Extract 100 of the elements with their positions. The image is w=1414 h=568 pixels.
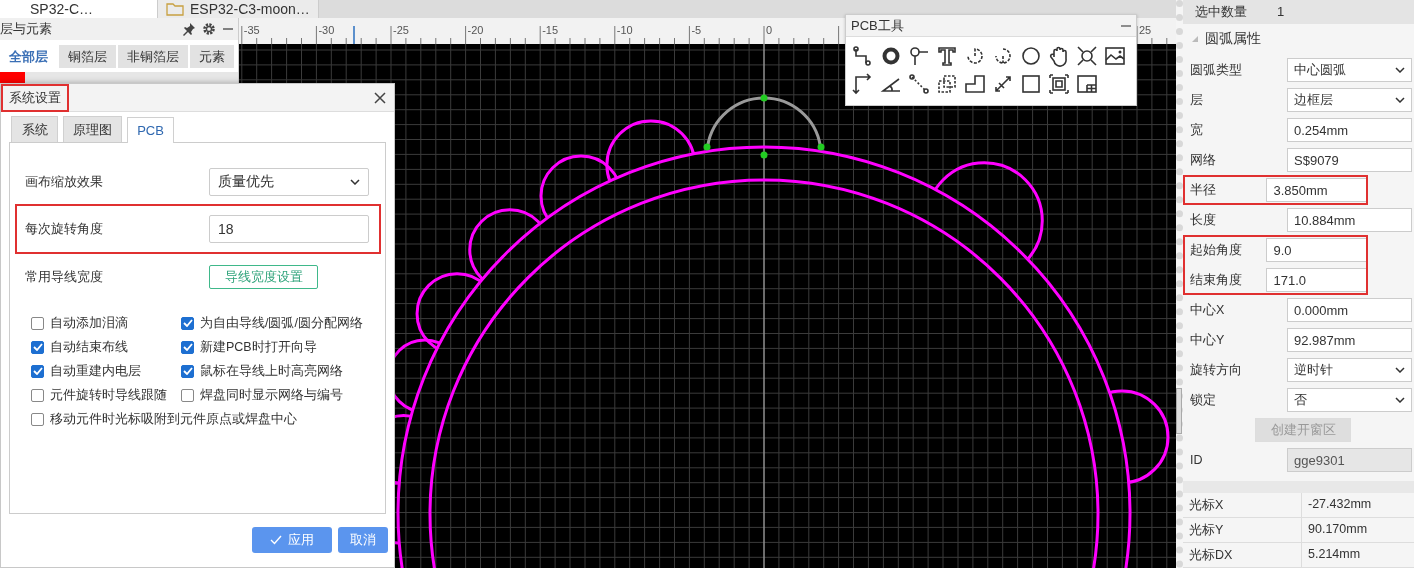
check-icon (182, 367, 193, 375)
property-label: 中心Y (1190, 331, 1226, 349)
document-tab[interactable]: ESP32-C3-moon… (158, 0, 319, 18)
ruler-label: -25 (393, 24, 409, 36)
panel-layout-icon[interactable] (1076, 73, 1098, 95)
checkbox-option[interactable]: 移动元件时光标吸附到元件原点或焊盘中心 (31, 409, 371, 429)
line-points-icon[interactable] (908, 73, 930, 95)
checkbox[interactable] (31, 412, 44, 426)
checkbox[interactable] (31, 340, 44, 354)
layer-tab[interactable]: 元素 (190, 45, 234, 68)
input-field[interactable]: S$9079 (1287, 148, 1412, 172)
count-value: 1 (1277, 4, 1285, 20)
status-value: 5.214mm (1301, 543, 1414, 567)
ruler-label: -20 (467, 24, 484, 36)
checkbox[interactable] (181, 316, 194, 330)
field-label: 画布缩放效果 (25, 172, 103, 191)
panel-collapse-handle[interactable] (1176, 388, 1182, 434)
select-field[interactable]: 质量优先 (209, 167, 369, 196)
pad-icon[interactable] (908, 45, 930, 67)
settings-tab[interactable]: 系统 (11, 116, 58, 142)
property-label: 起始角度 (1190, 241, 1243, 259)
property-label: 锁定 (1190, 391, 1217, 409)
check-icon (182, 319, 193, 327)
layer-tab[interactable]: 铜箔层 (59, 45, 116, 68)
ruler-label: -15 (542, 24, 559, 36)
input-field[interactable]: 0.000mm (1287, 298, 1412, 322)
property-label: 中心X (1190, 301, 1226, 319)
image-icon[interactable] (1104, 45, 1126, 67)
input-field[interactable]: 0.254mm (1287, 118, 1412, 142)
selection-square-icon[interactable] (1048, 73, 1070, 95)
caret-icon (350, 178, 360, 185)
step-outline-icon[interactable] (964, 73, 986, 95)
check-icon (182, 343, 193, 351)
field-label: 常用导线宽度 (25, 267, 103, 286)
property-label: 长度 (1190, 211, 1217, 229)
arc-icon[interactable] (992, 45, 1014, 67)
settings-tab[interactable]: PCB (127, 117, 174, 143)
select-field[interactable]: 边框层 (1287, 88, 1412, 112)
input-field[interactable]: 9.0 (1266, 238, 1368, 262)
count-label: 选中数量 (1195, 2, 1247, 21)
ruler-label: 0 (766, 24, 773, 36)
via-icon[interactable] (880, 45, 902, 67)
arc-icon[interactable] (964, 45, 986, 67)
check-icon (270, 535, 282, 545)
property-label: 半径 (1190, 181, 1217, 199)
checkbox-option[interactable]: 为自由导线/圆弧/圆分配网络 (181, 313, 371, 333)
document-tab[interactable]: SP32-C… (0, 0, 158, 18)
input-field[interactable]: 3.850mm (1266, 178, 1368, 202)
checkbox-option[interactable]: 元件旋转时导线跟随 (31, 385, 181, 405)
text-tool-icon[interactable] (936, 45, 958, 67)
pin-icon[interactable] (182, 22, 196, 36)
checkbox[interactable] (181, 340, 194, 354)
input-field: gge9301 (1287, 448, 1412, 472)
circle-icon[interactable] (1020, 45, 1042, 67)
input-field[interactable]: 18 (209, 215, 369, 243)
checkbox-option[interactable]: 新建PCB时打开向导 (181, 337, 371, 357)
input-field[interactable]: 10.884mm (1287, 208, 1412, 232)
checkbox-option[interactable]: 自动添加泪滴 (31, 313, 181, 333)
select-field[interactable]: 中心圆弧 (1287, 58, 1412, 82)
crossed-circle-icon[interactable] (1076, 45, 1098, 67)
field-label: 每次旋转角度 (25, 220, 103, 238)
select-field[interactable]: 否 (1287, 388, 1412, 412)
property-label: 层 (1190, 91, 1204, 109)
checkbox[interactable] (31, 388, 44, 402)
layer-row[interactable] (0, 72, 238, 84)
checkbox-option[interactable]: 焊盘同时显示网络与编号 (181, 385, 371, 405)
checkbox-option[interactable]: 自动结束布线 (31, 337, 181, 357)
checkbox[interactable] (181, 364, 194, 378)
property-label: 宽 (1190, 121, 1204, 139)
ruler-label: 25 (1139, 24, 1152, 36)
checkbox-option[interactable]: 鼠标在导线上时高亮网络 (181, 361, 371, 381)
status-label: 光标DX (1188, 546, 1234, 564)
section-title: 圆弧属性 (1205, 30, 1261, 49)
check-icon (32, 343, 43, 351)
property-label: 结束角度 (1190, 271, 1243, 289)
dialog-title: 系统设置 (1, 83, 69, 112)
checkbox[interactable] (31, 364, 44, 378)
input-field[interactable]: 92.987mm (1287, 328, 1412, 352)
panel-title: 层与元素 (0, 20, 53, 38)
select-field[interactable]: 逆时针 (1287, 358, 1412, 382)
cursor-marker (353, 25, 355, 44)
layer-tab[interactable]: 非铜箔层 (118, 45, 188, 68)
close-icon[interactable] (374, 91, 386, 104)
dashed-rectangles-icon[interactable] (936, 73, 958, 95)
check-icon (32, 367, 43, 375)
input-field[interactable]: 171.0 (1266, 268, 1368, 292)
checkbox-option[interactable]: 自动重建内电层 (31, 361, 181, 381)
square-icon[interactable] (1020, 73, 1042, 95)
checkbox[interactable] (181, 388, 194, 402)
ruler-label: -35 (243, 24, 260, 36)
settings-icon[interactable] (202, 22, 216, 36)
section-header[interactable]: 圆弧属性 (1183, 25, 1414, 53)
settings-tab[interactable]: 原理图 (63, 116, 122, 142)
track-icon[interactable] (852, 45, 874, 67)
corner-arrows-icon[interactable] (852, 73, 874, 95)
dimension-arrow-icon[interactable] (992, 73, 1014, 95)
status-value: 90.170mm (1301, 518, 1414, 542)
hand-icon[interactable] (1048, 45, 1070, 67)
caret-icon (1395, 397, 1405, 403)
checkbox[interactable] (31, 316, 44, 330)
